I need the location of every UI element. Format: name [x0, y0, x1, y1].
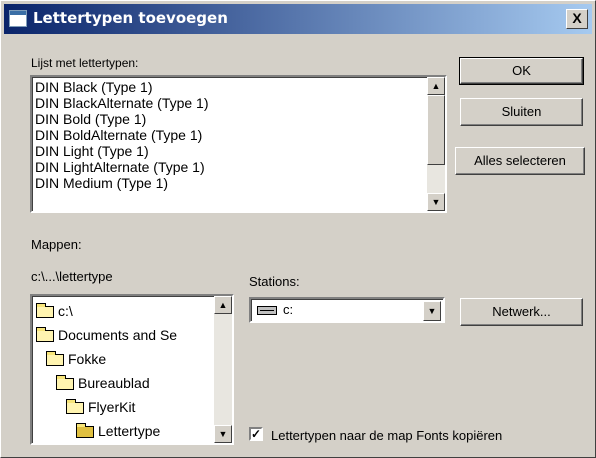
checkmark-icon: ✓	[251, 427, 262, 441]
folder-icon	[66, 399, 84, 415]
dropdown-arrow-icon[interactable]: ▼	[423, 301, 441, 321]
copy-fonts-checkbox[interactable]: ✓	[249, 427, 263, 441]
scroll-up-icon[interactable]: ▲	[214, 296, 232, 314]
close-icon: X	[572, 10, 582, 26]
folder-item[interactable]: Documents and Se	[36, 326, 177, 344]
drive-icon	[257, 306, 277, 316]
drive-combobox[interactable]: c: ▼	[249, 297, 445, 323]
ok-button[interactable]: OK	[459, 57, 584, 85]
network-button[interactable]: Netwerk...	[460, 298, 583, 326]
font-list-item[interactable]: DIN Light (Type 1)	[32, 143, 445, 159]
dialog-title: Lettertypen toevoegen	[33, 9, 228, 27]
folder-item[interactable]: FlyerKit	[66, 398, 135, 416]
drive-value: c:	[257, 302, 293, 318]
title-bar: Lettertypen toevoegen X	[4, 4, 592, 34]
scroll-down-icon[interactable]: ▼	[427, 193, 445, 211]
folder-icon	[36, 303, 54, 319]
folder-tree-scrollbar[interactable]: ▲ ▼	[214, 296, 232, 443]
folder-item-selected[interactable]: Lettertype	[76, 422, 160, 440]
font-list-item[interactable]: DIN Medium (Type 1)	[32, 175, 445, 191]
select-all-button[interactable]: Alles selecteren	[455, 147, 585, 175]
folder-item[interactable]: c:\	[36, 302, 73, 320]
folders-label: Mappen:	[31, 237, 82, 252]
scroll-up-icon[interactable]: ▲	[427, 77, 445, 95]
folder-icon	[56, 375, 74, 391]
folder-item[interactable]: Fokke	[46, 350, 106, 368]
font-list[interactable]: DIN Black (Type 1) DIN BlackAlternate (T…	[30, 75, 447, 213]
font-list-item[interactable]: DIN LightAlternate (Type 1)	[32, 159, 445, 175]
font-list-item[interactable]: DIN Bold (Type 1)	[32, 111, 445, 127]
folder-tree[interactable]: c:\ Documents and Se Fokke Bureaublad Fl…	[30, 294, 234, 445]
font-list-label: Lijst met lettertypen:	[31, 56, 139, 70]
folder-icon	[76, 423, 94, 439]
drives-label: Stations:	[249, 274, 300, 289]
font-list-item[interactable]: DIN BlackAlternate (Type 1)	[32, 95, 445, 111]
folder-item[interactable]: Bureaublad	[56, 374, 150, 392]
close-button[interactable]: X	[566, 9, 588, 29]
scroll-down-icon[interactable]: ▼	[214, 425, 232, 443]
dialog-window: Lettertypen toevoegen X Lijst met letter…	[0, 0, 596, 458]
font-list-item[interactable]: DIN BoldAlternate (Type 1)	[32, 127, 445, 143]
font-list-item[interactable]: DIN Black (Type 1)	[32, 79, 445, 95]
font-list-scrollbar[interactable]: ▲ ▼	[427, 77, 445, 211]
copy-fonts-label: Lettertypen naar de map Fonts kopiëren	[271, 428, 503, 443]
close-dialog-button[interactable]: Sluiten	[460, 98, 583, 126]
app-icon	[9, 10, 27, 27]
folder-icon	[36, 327, 54, 343]
font-list-items: DIN Black (Type 1) DIN BlackAlternate (T…	[32, 77, 445, 191]
current-path: c:\...\lettertype	[31, 269, 113, 284]
folder-icon	[46, 351, 64, 367]
scroll-thumb[interactable]	[427, 95, 445, 165]
